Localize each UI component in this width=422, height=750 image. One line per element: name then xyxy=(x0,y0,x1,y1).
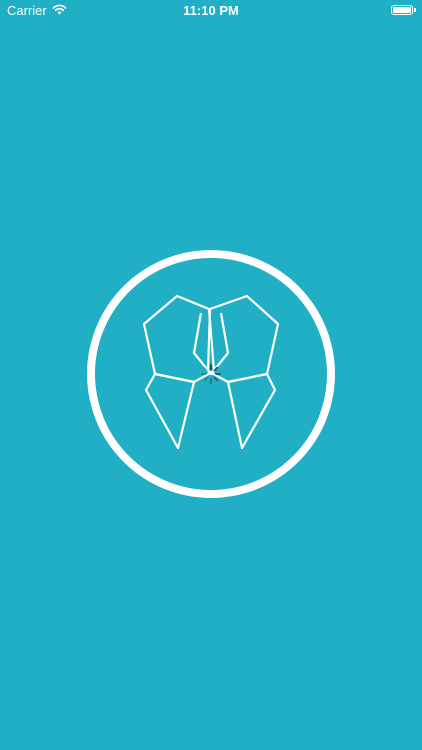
activity-spinner-icon xyxy=(200,363,222,385)
tooth-root-left xyxy=(144,372,196,450)
status-bar: Carrier 11:10 PM xyxy=(0,0,422,22)
tooth-root-right xyxy=(226,372,277,450)
battery-fill xyxy=(393,7,411,13)
battery-tip xyxy=(414,8,416,12)
status-time: 11:10 PM xyxy=(183,3,239,18)
battery-icon xyxy=(391,5,413,15)
